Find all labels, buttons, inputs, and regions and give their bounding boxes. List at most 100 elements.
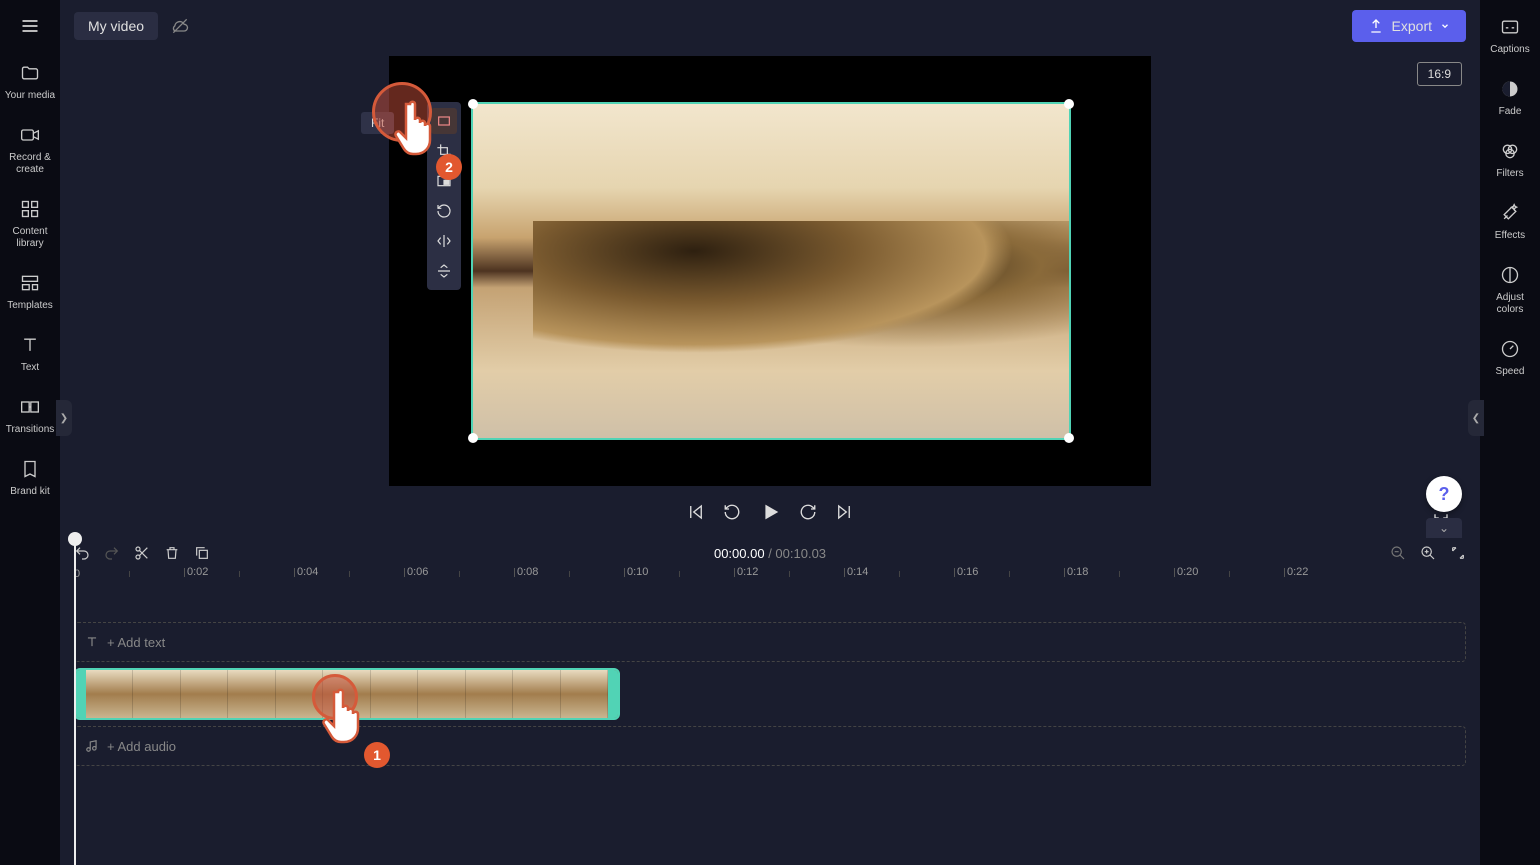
nav-adjust-colors[interactable]: Adjust colors [1480, 254, 1540, 328]
library-icon [19, 198, 41, 220]
split-button[interactable] [134, 545, 150, 561]
nav-effects[interactable]: Effects [1480, 192, 1540, 254]
video-clip[interactable] [74, 668, 620, 720]
flip-horizontal-button[interactable] [431, 228, 457, 254]
upload-icon [1368, 18, 1384, 34]
ruler-tick: 0:08 [514, 568, 515, 577]
nav-transitions[interactable]: Transitions [0, 386, 60, 448]
text-icon [19, 334, 41, 356]
ruler-tick: 0:18 [1064, 568, 1065, 577]
preview-stage[interactable]: Fit [389, 56, 1151, 486]
fit-timeline-button[interactable] [1450, 545, 1466, 561]
current-time: 00:00.00 [714, 546, 765, 561]
timeline-timecode: 00:00.00 / 00:10.03 [714, 546, 826, 561]
add-text-label: + Add text [107, 635, 165, 650]
nav-templates[interactable]: Templates [0, 262, 60, 324]
redo-button[interactable] [104, 545, 120, 561]
nav-label: Filters [1496, 168, 1523, 180]
undo-button[interactable] [74, 545, 90, 561]
zoom-out-button[interactable] [1390, 545, 1406, 561]
floating-toolbar [427, 102, 461, 290]
ruler-minor-tick [459, 571, 460, 577]
step-forward-button[interactable] [799, 503, 817, 521]
speed-icon [1499, 338, 1521, 360]
nav-label: Record & create [4, 152, 56, 176]
ruler-tick: 0:16 [954, 568, 955, 577]
playhead[interactable] [74, 538, 76, 865]
skip-forward-button[interactable] [835, 503, 853, 521]
export-button[interactable]: Export [1352, 10, 1466, 42]
ruler-tick: 0:02 [184, 568, 185, 577]
delete-button[interactable] [164, 545, 180, 561]
captions-icon [1499, 16, 1521, 38]
add-audio-track[interactable]: + Add audio [74, 726, 1466, 766]
play-button[interactable] [759, 501, 781, 523]
selected-clip-frame[interactable] [471, 102, 1071, 440]
nav-content-library[interactable]: Content library [0, 188, 60, 262]
nav-label: Templates [7, 300, 53, 312]
video-track[interactable] [74, 668, 1466, 720]
add-text-track[interactable]: + Add text [74, 622, 1466, 662]
pip-button[interactable] [431, 168, 457, 194]
help-button[interactable]: ? [1426, 476, 1462, 512]
fade-icon [1499, 78, 1521, 100]
ruler-minor-tick [129, 571, 130, 577]
right-sidebar: Captions Fade Filters Effects Adjust col… [1480, 0, 1540, 865]
ruler-tick: 0:12 [734, 568, 735, 577]
left-sidebar: Your media Record & create Content libra… [0, 0, 60, 865]
nav-your-media[interactable]: Your media [0, 52, 60, 114]
nav-filters[interactable]: Filters [1480, 130, 1540, 192]
nav-brand-kit[interactable]: Brand kit [0, 448, 60, 510]
resize-handle-top-right[interactable] [1064, 99, 1074, 109]
ruler-tick: 0:06 [404, 568, 405, 577]
nav-speed[interactable]: Speed [1480, 328, 1540, 390]
nav-label: Captions [1490, 44, 1529, 56]
resize-handle-bottom-right[interactable] [1064, 433, 1074, 443]
duplicate-button[interactable] [194, 545, 210, 561]
crop-button[interactable] [431, 138, 457, 164]
templates-icon [19, 272, 41, 294]
resize-handle-bottom-left[interactable] [468, 433, 478, 443]
nav-fade[interactable]: Fade [1480, 68, 1540, 130]
nav-label: Text [21, 362, 39, 374]
nav-text[interactable]: Text [0, 324, 60, 386]
record-icon [19, 124, 41, 146]
ruler-tick: 0:10 [624, 568, 625, 577]
media-icon [19, 62, 41, 84]
nav-label: Speed [1496, 366, 1525, 378]
resize-handle-top-left[interactable] [468, 99, 478, 109]
brand-icon [19, 458, 41, 480]
nav-label: Effects [1495, 230, 1525, 242]
music-icon [85, 739, 99, 753]
ruler-minor-tick [899, 571, 900, 577]
timeline-ruler[interactable]: 0 0:020:040:060:080:100:120:140:160:180:… [74, 568, 1466, 592]
project-title[interactable]: My video [74, 12, 158, 40]
effects-icon [1499, 202, 1521, 224]
nav-captions[interactable]: Captions [1480, 6, 1540, 68]
timeline-zoom [1390, 545, 1466, 561]
ruler-tick: 0:20 [1174, 568, 1175, 577]
skip-back-button[interactable] [687, 503, 705, 521]
zoom-in-button[interactable] [1420, 545, 1436, 561]
fit-button[interactable] [431, 108, 457, 134]
duration-time: 00:10.03 [775, 546, 826, 561]
adjust-icon [1499, 264, 1521, 286]
cloud-sync-icon[interactable] [170, 16, 190, 36]
transitions-icon [19, 396, 41, 418]
hamburger-menu[interactable] [0, 0, 60, 52]
rotate-button[interactable] [431, 198, 457, 224]
timeline-tools: 00:00.00 / 00:10.03 [60, 538, 1480, 568]
ruler-minor-tick [1009, 571, 1010, 577]
flip-vertical-button[interactable] [431, 258, 457, 284]
hamburger-icon [20, 16, 40, 36]
nav-record-create[interactable]: Record & create [0, 114, 60, 188]
export-label: Export [1392, 18, 1432, 34]
ruler-minor-tick [679, 571, 680, 577]
nav-label: Your media [5, 90, 55, 102]
ruler-minor-tick [569, 571, 570, 577]
help-expand-button[interactable]: ⌄ [1426, 518, 1462, 538]
nav-label: Transitions [6, 424, 55, 436]
step-back-button[interactable] [723, 503, 741, 521]
fit-tooltip: Fit [361, 112, 394, 134]
text-icon [85, 635, 99, 649]
